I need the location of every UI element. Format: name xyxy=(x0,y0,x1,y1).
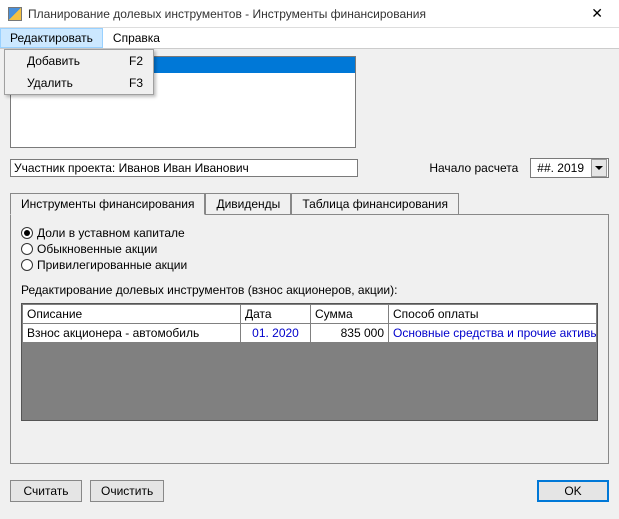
menu-add[interactable]: Добавить F2 xyxy=(5,50,153,72)
instruments-subtitle: Редактирование долевых инструментов (взн… xyxy=(21,283,598,297)
menu-delete-shortcut: F3 xyxy=(129,76,143,90)
col-sum[interactable]: Сумма xyxy=(311,305,389,324)
title-bar: Планирование долевых инструментов - Инст… xyxy=(0,0,619,28)
menu-help[interactable]: Справка xyxy=(103,28,170,48)
close-icon[interactable]: ✕ xyxy=(583,3,611,24)
calc-start-value: ##. 2019 xyxy=(531,161,590,175)
menu-add-label: Добавить xyxy=(27,54,80,68)
menu-add-shortcut: F2 xyxy=(129,54,143,68)
menu-delete[interactable]: Удалить F3 xyxy=(5,72,153,94)
col-description[interactable]: Описание xyxy=(23,305,241,324)
menu-delete-label: Удалить xyxy=(27,76,73,90)
tab-strip: Инструменты финансирования Дивиденды Таб… xyxy=(10,192,609,214)
cell-date[interactable]: 01. 2020 xyxy=(241,324,311,343)
ok-button[interactable]: OK xyxy=(537,480,609,502)
tab-instruments[interactable]: Инструменты финансирования xyxy=(10,193,205,215)
chevron-down-icon[interactable] xyxy=(591,159,607,177)
instruments-table-wrap: Описание Дата Сумма Способ оплаты Взнос … xyxy=(21,303,598,421)
radio-capital-shares[interactable]: Доли в уставном капитале xyxy=(21,225,598,241)
table-row[interactable]: Взнос акционера - автомобиль 01. 2020 83… xyxy=(23,324,597,343)
cell-sum[interactable]: 835 000 xyxy=(311,324,389,343)
window-title: Планирование долевых инструментов - Инст… xyxy=(28,7,583,21)
instruments-table[interactable]: Описание Дата Сумма Способ оплаты Взнос … xyxy=(22,304,597,343)
cell-description[interactable]: Взнос акционера - автомобиль xyxy=(23,324,241,343)
calculate-button[interactable]: Считать xyxy=(10,480,82,502)
col-method[interactable]: Способ оплаты xyxy=(389,305,597,324)
radio-icon xyxy=(21,243,33,255)
radio-common-shares[interactable]: Обыкновенные акции xyxy=(21,241,598,257)
dialog-footer: Считать Очистить OK xyxy=(0,472,619,510)
radio-preferred-shares[interactable]: Привилегированные акции xyxy=(21,257,598,273)
edit-dropdown: Добавить F2 Удалить F3 xyxy=(4,49,154,95)
menu-edit[interactable]: Редактировать xyxy=(0,28,103,48)
cell-method[interactable]: Основные средства и прочие активы xyxy=(389,324,597,343)
tab-panel: Доли в уставном капитале Обыкновенные ак… xyxy=(10,214,609,464)
clear-button[interactable]: Очистить xyxy=(90,480,164,502)
radio-icon xyxy=(21,259,33,271)
share-type-group: Доли в уставном капитале Обыкновенные ак… xyxy=(21,225,598,273)
table-header-row: Описание Дата Сумма Способ оплаты xyxy=(23,305,597,324)
radio-icon xyxy=(21,227,33,239)
participant-field: Участник проекта: Иванов Иван Иванович xyxy=(10,159,358,177)
radio-label: Привилегированные акции xyxy=(37,258,187,272)
calc-start-label: Начало расчета xyxy=(429,161,518,175)
tab-dividends[interactable]: Дивиденды xyxy=(205,193,291,214)
calc-start-select[interactable]: ##. 2019 xyxy=(530,158,609,178)
menu-bar: Редактировать Справка xyxy=(0,28,619,49)
tab-financing-table[interactable]: Таблица финансирования xyxy=(291,193,459,214)
app-icon xyxy=(8,7,22,21)
radio-label: Доли в уставном капитале xyxy=(37,226,185,240)
col-date[interactable]: Дата xyxy=(241,305,311,324)
radio-label: Обыкновенные акции xyxy=(37,242,157,256)
